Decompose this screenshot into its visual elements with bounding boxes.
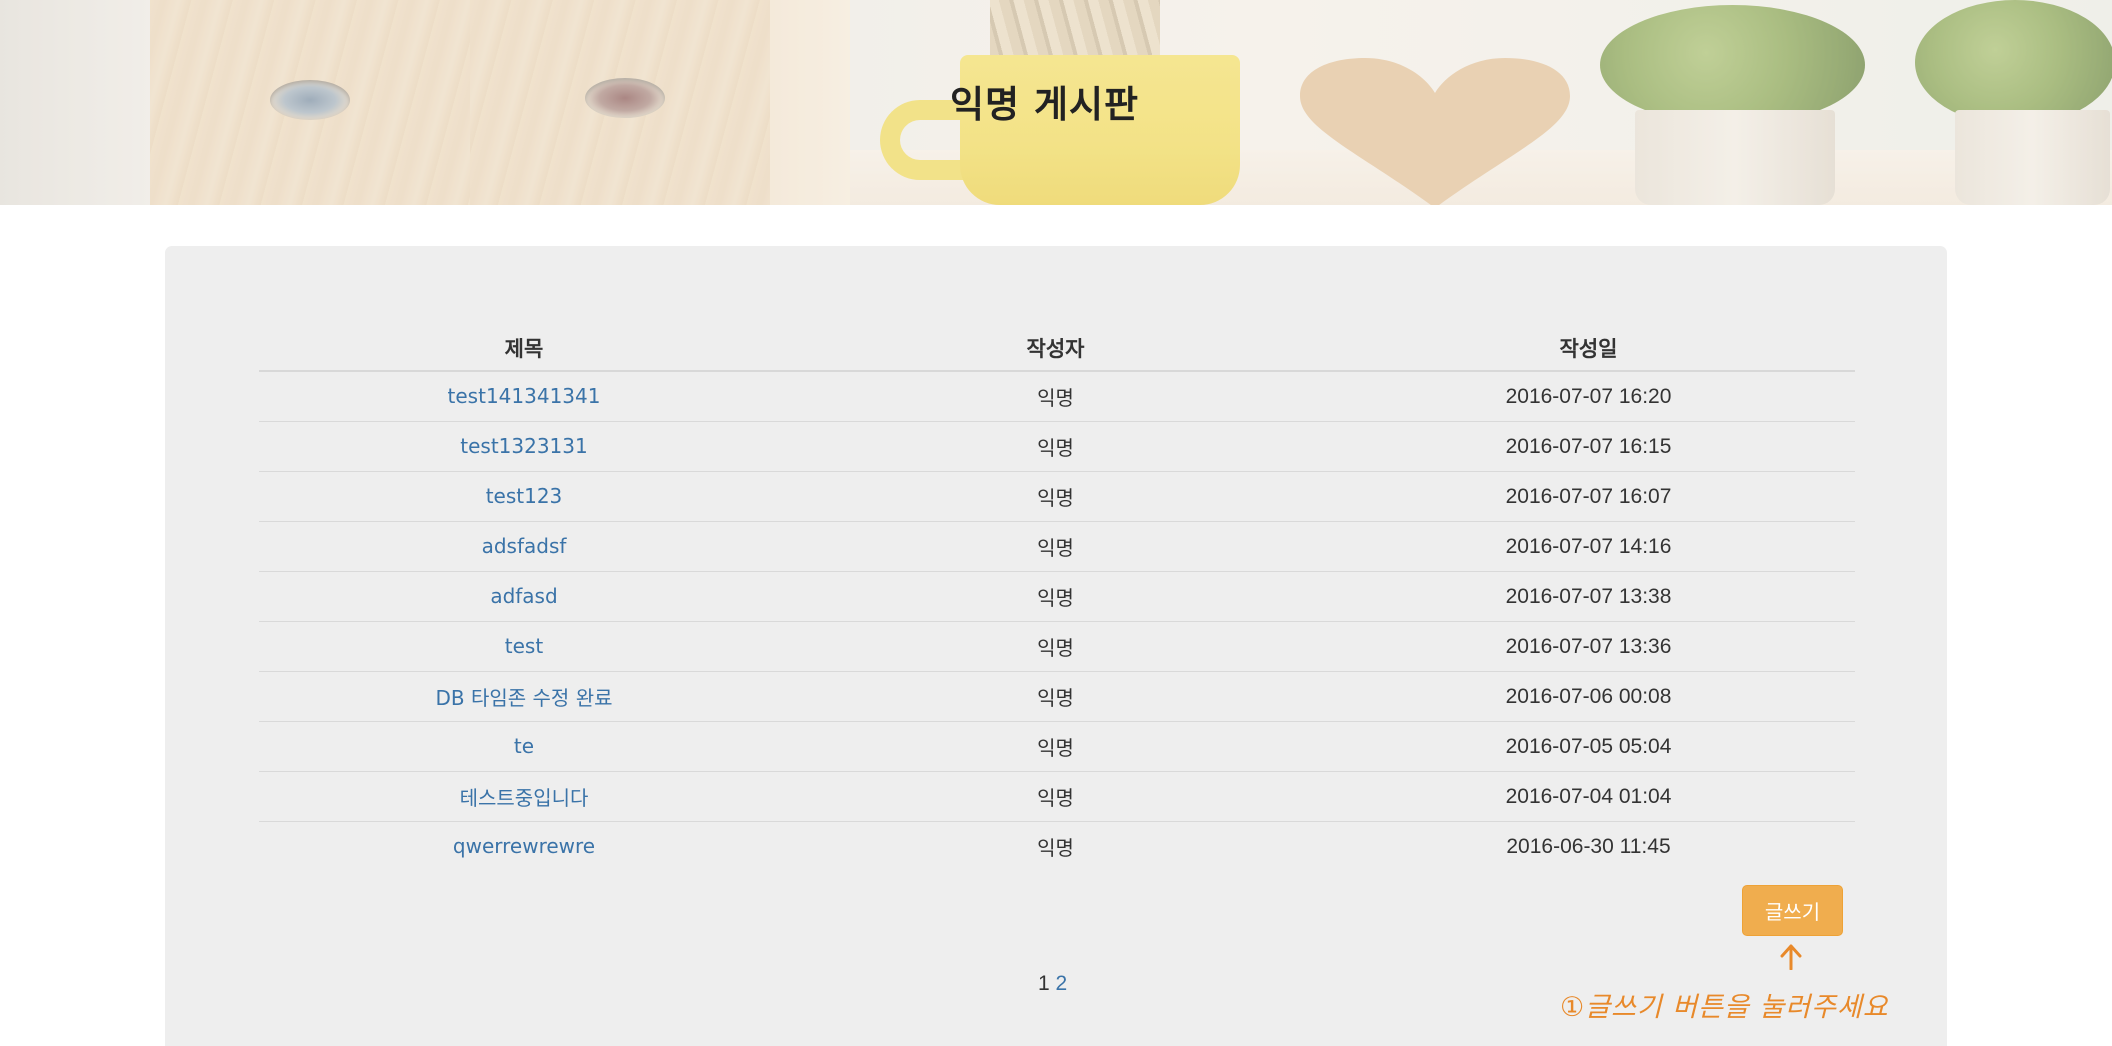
post-author: 익명 [789, 671, 1322, 722]
page-link-2[interactable]: 2 [1056, 972, 1068, 995]
post-title-link[interactable]: DB 타임존 수정 완료 [436, 686, 613, 710]
post-author: 익명 [789, 771, 1322, 822]
table-row: adfasd 익명 2016-07-07 13:38 [259, 571, 1855, 622]
post-title-link[interactable]: test141341341 [448, 384, 601, 408]
post-author: 익명 [1037, 836, 1074, 860]
post-title-link[interactable]: te [514, 734, 534, 758]
page-title: 익명 게시판 [950, 83, 1140, 126]
page-current: 1 [1038, 972, 1050, 995]
post-date: 2016-07-04 01:04 [1322, 771, 1855, 822]
table-row: adsfadsf 익명 2016-07-07 14:16 [259, 521, 1855, 572]
post-author: 익명 [789, 421, 1322, 472]
post-title-cell: te [259, 721, 789, 772]
post-title-cell: test123 [259, 471, 789, 522]
post-title-cell: test1323131 [259, 421, 789, 472]
post-date: 2016-07-07 16:20 [1322, 371, 1855, 422]
post-author: 익명 [789, 471, 1322, 522]
header-banner: 익명 게시판 [0, 0, 2112, 205]
post-title-link[interactable]: qwerrewrewre [453, 834, 595, 858]
post-title-link[interactable]: test [505, 634, 543, 658]
post-title-cell: adfasd [259, 571, 789, 622]
table-row: test123 익명 2016-07-07 16:07 [259, 471, 1855, 522]
post-author: 익명 [789, 371, 1322, 422]
post-title-cell: test141341341 [259, 371, 789, 422]
column-header-author: 작성자 [789, 326, 1322, 372]
post-author: 익명 [789, 721, 1322, 772]
post-author: 익명 [789, 571, 1322, 622]
table-row: qwerrewrewre 익명 2016-06-30 11:45 [259, 822, 1855, 872]
post-date: 2016-07-07 16:07 [1322, 471, 1855, 522]
post-author: 익명 [789, 521, 1322, 572]
post-title-cell: adsfadsf [259, 521, 789, 572]
post-date: 2016-07-06 00:08 [1322, 671, 1855, 722]
post-date: 2016-07-05 05:04 [1322, 721, 1855, 772]
pagination: 1 2 [1038, 972, 1067, 996]
post-title-link[interactable]: test123 [486, 484, 563, 508]
column-header-date: 작성일 [1322, 326, 1855, 372]
table-row: test141341341 익명 2016-07-07 16:20 [259, 371, 1855, 422]
post-title-cell: test [259, 621, 789, 672]
table-row: te 익명 2016-07-05 05:04 [259, 721, 1855, 772]
post-title-cell: qwerrewrewre [259, 822, 789, 872]
post-date: 2016-07-07 13:38 [1322, 571, 1855, 622]
post-title-link[interactable]: adsfadsf [482, 534, 567, 558]
column-header-title: 제목 [259, 326, 789, 372]
table-row: 테스트중입니다 익명 2016-07-04 01:04 [259, 771, 1855, 822]
post-title-cell: 테스트중입니다 [259, 771, 789, 822]
board-panel: 제목 작성자 작성일 test141341341 익명 2016-07-07 1… [165, 246, 1947, 1046]
post-author: 익명 [789, 621, 1322, 672]
post-title-link[interactable]: 테스트중입니다 [460, 786, 589, 810]
post-table: 제목 작성자 작성일 test141341341 익명 2016-07-07 1… [259, 326, 1855, 871]
post-title-cell: DB 타임존 수정 완료 [259, 671, 789, 722]
post-date: 2016-06-30 11:45 [1506, 834, 1671, 858]
arrow-up-icon [1780, 944, 1802, 970]
post-title-link[interactable]: test1323131 [460, 434, 587, 458]
table-row: test 익명 2016-07-07 13:36 [259, 621, 1855, 672]
annotation-hint: ①글쓰기 버튼을 눌러주세요 [1560, 992, 1889, 1023]
post-date: 2016-07-07 13:36 [1322, 621, 1855, 672]
post-date: 2016-07-07 14:16 [1322, 521, 1855, 572]
table-header-row: 제목 작성자 작성일 [259, 326, 1855, 372]
table-row: test1323131 익명 2016-07-07 16:15 [259, 421, 1855, 472]
table-row: DB 타임존 수정 완료 익명 2016-07-06 00:08 [259, 671, 1855, 722]
write-post-button[interactable]: 글쓰기 [1742, 885, 1843, 936]
post-title-link[interactable]: adfasd [490, 584, 557, 608]
post-date: 2016-07-07 16:15 [1322, 421, 1855, 472]
